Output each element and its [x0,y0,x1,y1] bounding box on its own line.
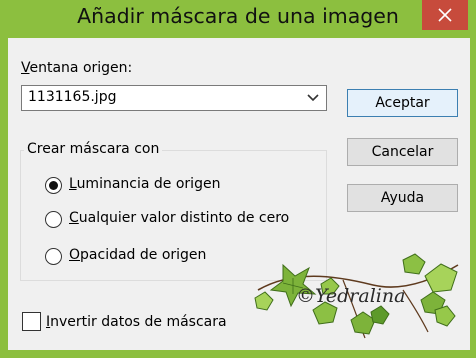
radio-opacity-label[interactable]: Opacidad de origen [69,247,206,263]
source-window-value: 1131165.jpg [28,89,117,105]
watermark-signature: ©Yedralina [296,285,406,307]
radio-luminance-text: uminancia de origen [76,176,221,192]
source-window-label-text: entana origen: [29,60,133,76]
source-window-select[interactable]: 1131165.jpg [21,85,327,111]
radio-luminance-mnemonic: L [69,176,77,192]
invert-mask-checkbox[interactable] [22,312,41,331]
cancel-button[interactable]: Cancelar [347,138,458,166]
radio-any-nonzero-label[interactable]: Cualquier valor distinto de cero [69,210,289,226]
dialog-window: Añadir máscara de una imagen Ventana ori… [0,0,476,358]
close-button[interactable] [422,0,468,30]
source-window-label-mnemonic: V [21,60,30,76]
help-button[interactable]: Ayuda [347,184,458,212]
invert-mask-label[interactable]: Invertir datos de máscara [46,314,227,330]
close-icon [438,8,452,22]
radio-luminance[interactable] [45,177,62,194]
chevron-down-icon [307,94,319,102]
radio-selected-dot [49,181,58,190]
radio-opacity[interactable] [45,248,62,265]
source-window-label: Ventana origen: [21,60,132,76]
title-bar[interactable]: Añadir máscara de una imagen [0,0,476,38]
radio-any-nonzero-mnemonic: C [69,210,79,226]
radio-luminance-label[interactable]: Luminancia de origen [69,176,220,192]
accept-button[interactable]: Aceptar [347,89,458,117]
mask-options-title: Crear máscara con [24,141,163,157]
window-title: Añadir máscara de una imagen [77,4,399,28]
invert-mask-text: nvertir datos de máscara [50,314,227,330]
radio-any-nonzero[interactable] [45,211,62,228]
radio-any-nonzero-text: ualquier valor distinto de cero [78,210,290,226]
radio-opacity-text: pacidad de origen [80,247,207,263]
dialog-body: Ventana origen: 1131165.jpg Aceptar Canc… [8,38,470,350]
radio-opacity-mnemonic: O [69,247,81,263]
